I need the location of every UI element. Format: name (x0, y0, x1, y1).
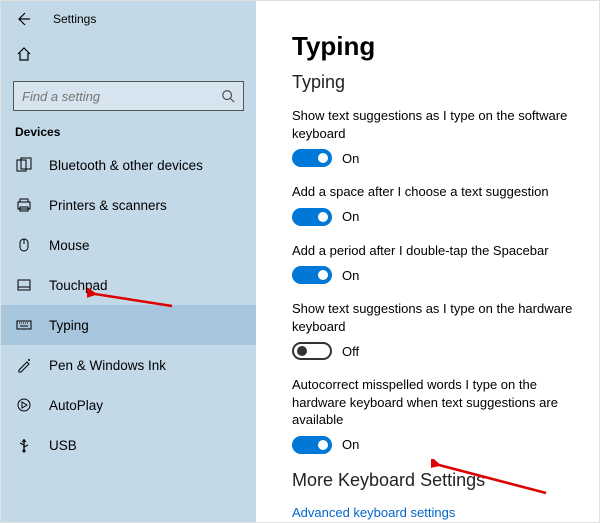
titlebar: Settings (1, 1, 256, 41)
search-icon (221, 89, 235, 103)
setting-label: Autocorrect misspelled words I type on t… (292, 376, 575, 429)
sidebar-item-label: Touchpad (49, 278, 108, 293)
sidebar: Settings Devices Bluetooth & other devic… (1, 1, 256, 522)
sidebar-item-label: AutoPlay (49, 398, 103, 413)
section-title-more-keyboard: More Keyboard Settings (292, 470, 575, 491)
setting-row: Show text suggestions as I type on the h… (292, 300, 575, 360)
touchpad-icon (15, 276, 33, 294)
toggle-state-label: On (342, 268, 359, 283)
sidebar-item-typing[interactable]: Typing (1, 305, 256, 345)
usb-icon (15, 436, 33, 454)
section-label: Devices (15, 125, 242, 139)
toggle-switch[interactable] (292, 436, 332, 454)
sidebar-item-pen-windows-ink[interactable]: Pen & Windows Ink (1, 345, 256, 385)
toggle-switch[interactable] (292, 149, 332, 167)
mouse-icon (15, 236, 33, 254)
toggle-state-label: On (342, 437, 359, 452)
sidebar-item-printers-scanners[interactable]: Printers & scanners (1, 185, 256, 225)
back-arrow-icon[interactable] (13, 9, 33, 29)
setting-label: Show text suggestions as I type on the s… (292, 107, 575, 142)
setting-label: Show text suggestions as I type on the h… (292, 300, 575, 335)
advanced-keyboard-link[interactable]: Advanced keyboard settings (292, 505, 455, 520)
pen-icon (15, 356, 33, 374)
search-input-container[interactable] (13, 81, 244, 111)
toggle-switch[interactable] (292, 266, 332, 284)
toggle-switch[interactable] (292, 342, 332, 360)
toggle-state-label: On (342, 209, 359, 224)
search-input[interactable] (22, 89, 202, 104)
nav-list: Bluetooth & other devices Printers & scan… (1, 145, 256, 465)
home-button[interactable] (1, 41, 256, 75)
app-title: Settings (53, 12, 96, 26)
setting-row: Autocorrect misspelled words I type on t… (292, 376, 575, 454)
setting-row: Add a period after I double-tap the Spac… (292, 242, 575, 285)
sidebar-item-bluetooth-other-devices[interactable]: Bluetooth & other devices (1, 145, 256, 185)
sidebar-item-mouse[interactable]: Mouse (1, 225, 256, 265)
toggle-state-label: Off (342, 344, 359, 359)
page-title: Typing (292, 31, 575, 62)
autoplay-icon (15, 396, 33, 414)
sidebar-item-label: Printers & scanners (49, 198, 167, 213)
setting-row: Add a space after I choose a text sugges… (292, 183, 575, 226)
sidebar-item-label: Pen & Windows Ink (49, 358, 166, 373)
sidebar-item-label: Mouse (49, 238, 90, 253)
sidebar-item-label: Bluetooth & other devices (49, 158, 203, 173)
sidebar-item-label: USB (49, 438, 77, 453)
section-title-typing: Typing (292, 72, 575, 93)
setting-row: Show text suggestions as I type on the s… (292, 107, 575, 167)
toggle-switch[interactable] (292, 208, 332, 226)
setting-label: Add a period after I double-tap the Spac… (292, 242, 575, 260)
setting-label: Add a space after I choose a text sugges… (292, 183, 575, 201)
printer-icon (15, 196, 33, 214)
sidebar-item-usb[interactable]: USB (1, 425, 256, 465)
sidebar-item-autoplay[interactable]: AutoPlay (1, 385, 256, 425)
content-area: Typing Typing Show text suggestions as I… (256, 1, 599, 522)
sidebar-item-touchpad[interactable]: Touchpad (1, 265, 256, 305)
bluetooth-devices-icon (15, 156, 33, 174)
sidebar-item-label: Typing (49, 318, 89, 333)
toggle-state-label: On (342, 151, 359, 166)
home-icon (15, 45, 33, 63)
keyboard-icon (15, 316, 33, 334)
